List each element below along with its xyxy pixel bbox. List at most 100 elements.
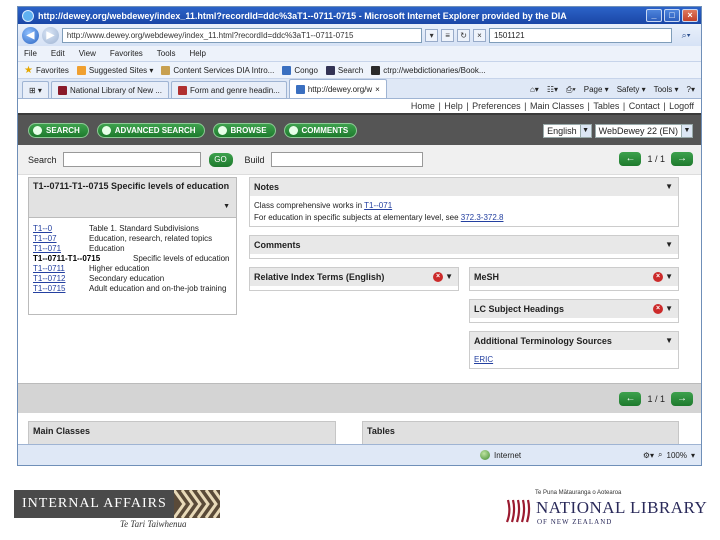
tab-quick-tabs[interactable]: ⊞ ▾ bbox=[22, 81, 49, 98]
menu-edit[interactable]: Edit bbox=[51, 49, 65, 58]
link-contact[interactable]: Contact bbox=[629, 101, 660, 111]
search-row: Search GO Build ← 1 / 1 → bbox=[18, 145, 701, 175]
national-library-logo: Te Puna Mātauranga o Aotearoa NATIONAL L… bbox=[505, 490, 708, 534]
notes-body: Class comprehensive works in T1--071 For… bbox=[254, 201, 504, 222]
page-indicator: 1 / 1 bbox=[647, 154, 665, 164]
link-main-classes[interactable]: Main Classes bbox=[530, 101, 584, 111]
browse-icon bbox=[217, 125, 227, 135]
favorites-button[interactable]: ★ Favorites bbox=[24, 65, 69, 76]
star-icon: ★ bbox=[24, 64, 33, 76]
stop-icon[interactable]: × bbox=[473, 28, 486, 42]
fav-book[interactable]: ctrp://webdictionaries/Book... bbox=[371, 65, 486, 75]
link-help[interactable]: Help bbox=[444, 101, 463, 111]
compat-view-icon[interactable]: ≡ bbox=[441, 28, 455, 42]
close-button[interactable]: × bbox=[682, 9, 698, 22]
tool-safety[interactable]: Safety ▾ bbox=[617, 85, 646, 94]
collapse-icon[interactable]: ▼ bbox=[665, 236, 673, 254]
menu-bar: File Edit View Favorites Tools Help bbox=[18, 46, 701, 62]
menu-help[interactable]: Help bbox=[189, 49, 205, 58]
link-home[interactable]: Home bbox=[411, 101, 435, 111]
tool-page[interactable]: Page ▾ bbox=[584, 85, 609, 94]
menu-tools[interactable]: Tools bbox=[157, 49, 176, 58]
comment-icon bbox=[288, 125, 298, 135]
hierarchy-row[interactable]: T1--0715 Adult education and on-the-job t… bbox=[33, 284, 232, 294]
previous-arrow-icon[interactable]: ← bbox=[619, 152, 642, 166]
language-select[interactable]: English ▼ bbox=[543, 124, 592, 138]
search-button[interactable]: SEARCH bbox=[28, 122, 89, 138]
fav-content-services[interactable]: Content Services DIA Intro... bbox=[161, 65, 274, 75]
page-icon bbox=[282, 65, 292, 75]
ie-logo-icon bbox=[22, 9, 34, 22]
eric-link[interactable]: ERIC bbox=[474, 355, 493, 364]
forward-button[interactable]: ▶ bbox=[41, 26, 59, 44]
main-classes-panel[interactable]: Main Classes bbox=[28, 421, 336, 445]
additional-terminology-header: Additional Terminology Sources ▼ bbox=[470, 332, 678, 350]
hierarchy-row-current: T1--0711-T1--0715 Specific levels of educ… bbox=[33, 254, 230, 263]
collapse-icon[interactable]: ▼ bbox=[665, 272, 673, 281]
search-go-icon[interactable]: ⌕▾ bbox=[675, 28, 697, 43]
link-preferences[interactable]: Preferences bbox=[472, 101, 521, 111]
menu-favorites[interactable]: Favorites bbox=[110, 49, 143, 58]
home-icon[interactable]: ⌂▾ bbox=[530, 85, 539, 94]
address-bar[interactable]: http://www.dewey.org/webdewey/index_11.h… bbox=[61, 27, 423, 43]
remove-icon[interactable]: × bbox=[653, 303, 664, 314]
hierarchy-row[interactable]: T1--0712 Secondary education bbox=[33, 274, 232, 284]
search-box[interactable]: 1501121 bbox=[488, 27, 673, 43]
fav-congo[interactable]: Congo bbox=[282, 65, 318, 75]
comments-button[interactable]: COMMENTS bbox=[283, 122, 358, 138]
lc-subject-panel: LC Subject Headings × ▼ bbox=[469, 299, 679, 323]
hierarchy-row[interactable]: T1--071 Education bbox=[33, 244, 232, 254]
build-input[interactable] bbox=[270, 152, 423, 167]
nl-name: NATIONAL LIBRARY bbox=[536, 498, 708, 517]
notes-link-t1-071[interactable]: T1--071 bbox=[364, 201, 392, 210]
menu-file[interactable]: File bbox=[24, 49, 37, 58]
browse-button[interactable]: BROWSE bbox=[212, 122, 276, 138]
edition-select[interactable]: WebDewey 22 (EN) ▼ bbox=[594, 124, 693, 138]
menu-view[interactable]: View bbox=[79, 49, 96, 58]
refresh-icon[interactable]: ↻ bbox=[457, 28, 471, 42]
go-button[interactable]: GO bbox=[208, 152, 233, 167]
page-icon bbox=[295, 84, 305, 94]
advanced-search-button[interactable]: ADVANCED SEARCH bbox=[96, 122, 205, 138]
collapse-icon[interactable]: ▼ bbox=[445, 272, 453, 281]
minimize-button[interactable]: _ bbox=[646, 9, 662, 22]
tab-close-icon[interactable]: × bbox=[375, 85, 380, 94]
back-button[interactable]: ◀ bbox=[22, 26, 39, 44]
tab-dewey[interactable]: http://dewey.org/w × bbox=[288, 79, 387, 98]
notes-panel: Notes ▼ Class comprehensive works in T1-… bbox=[249, 177, 679, 227]
fav-search[interactable]: Search bbox=[325, 65, 363, 75]
tables-panel[interactable]: Tables bbox=[362, 421, 679, 445]
maximize-button[interactable]: □ bbox=[664, 9, 680, 22]
link-tables[interactable]: Tables bbox=[593, 101, 619, 111]
notes-link-372[interactable]: 372.3-372.8 bbox=[461, 213, 504, 222]
build-label: Build bbox=[244, 154, 265, 165]
tool-tools[interactable]: Tools ▾ bbox=[654, 85, 679, 94]
collapse-icon[interactable]: ▼ bbox=[665, 332, 673, 350]
tab-national-library[interactable]: National Library of New ... bbox=[50, 81, 169, 98]
next-arrow-icon[interactable]: → bbox=[671, 392, 693, 406]
remove-icon[interactable]: × bbox=[433, 271, 444, 282]
page-indicator: 1 / 1 bbox=[647, 394, 665, 404]
remove-icon[interactable]: × bbox=[653, 271, 664, 282]
additional-terminology-panel: Additional Terminology Sources ▼ ERIC bbox=[469, 331, 679, 369]
hierarchy-row[interactable]: T1--07 Education, research, related topic… bbox=[33, 234, 232, 244]
fav-suggested-sites[interactable]: Suggested Sites ▾ bbox=[76, 65, 153, 75]
search-input[interactable] bbox=[62, 152, 201, 167]
collapse-icon[interactable]: ▼ bbox=[665, 178, 673, 196]
zoom-control[interactable]: ⚙▾ ⌕ 100% ▾ bbox=[643, 450, 695, 460]
previous-arrow-icon[interactable]: ← bbox=[619, 392, 642, 406]
collapse-icon[interactable]: ▼ bbox=[223, 203, 230, 210]
print-icon[interactable]: ⎙▾ bbox=[566, 85, 576, 95]
favorites-bar: ★ Favorites Suggested Sites ▾ Content Se… bbox=[18, 62, 701, 79]
hierarchy-row[interactable]: T1--0711 Higher education bbox=[33, 264, 232, 274]
hierarchy-row[interactable]: T1--0 Table 1. Standard Subdivisions bbox=[33, 224, 232, 234]
tab-form-genre[interactable]: Form and genre headin... bbox=[171, 81, 287, 98]
help-icon[interactable]: ?▾ bbox=[687, 85, 695, 94]
collapse-icon[interactable]: ▼ bbox=[665, 304, 673, 313]
feeds-icon[interactable]: ☷▾ bbox=[547, 85, 558, 94]
status-bar: Internet ⚙▾ ⌕ 100% ▾ bbox=[18, 444, 701, 465]
address-dropdown-icon[interactable]: ▾ bbox=[425, 28, 439, 42]
top-pager: ← 1 / 1 → bbox=[619, 152, 693, 166]
next-arrow-icon[interactable]: → bbox=[671, 152, 693, 166]
link-logoff[interactable]: Logoff bbox=[669, 101, 694, 111]
